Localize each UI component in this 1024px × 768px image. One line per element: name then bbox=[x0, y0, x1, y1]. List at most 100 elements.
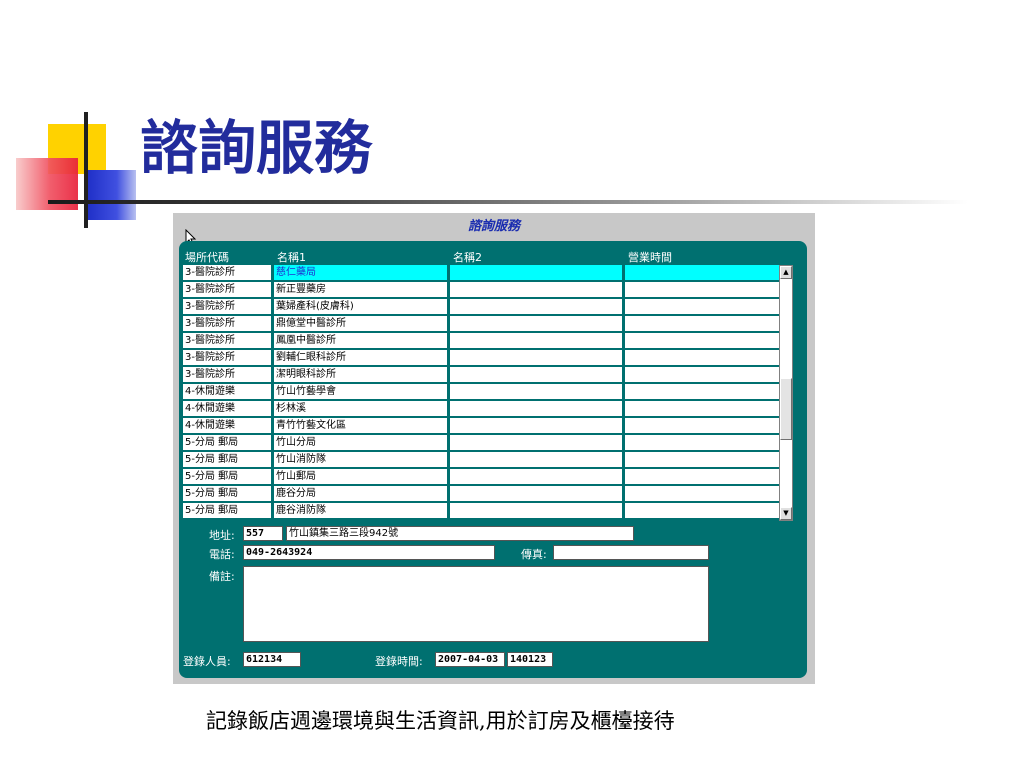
slide-title: 諮詢服務 bbox=[140, 114, 373, 182]
app-screenshot: 諮詢服務 場所代碼 名稱1 名稱2 營業時間 3-醫院診所 慈仁藥局 3-醫院診所新… bbox=[173, 213, 815, 684]
cell-name2[interactable] bbox=[450, 452, 622, 467]
cell-hours[interactable] bbox=[625, 435, 779, 450]
login-user-field[interactable]: 612134 bbox=[243, 652, 301, 667]
address-field[interactable]: 竹山鎮集三路三段942號 bbox=[286, 526, 634, 541]
cell-hours[interactable] bbox=[625, 503, 779, 518]
table-row[interactable]: 3-醫院診所 新正豐藥房 bbox=[183, 282, 779, 298]
cell-name2[interactable] bbox=[450, 316, 622, 331]
table-row[interactable]: 4-休閒遊樂 青竹竹藝文化區 bbox=[183, 418, 779, 434]
cell-name1[interactable]: 青竹竹藝文化區 bbox=[274, 418, 447, 433]
cell-code[interactable]: 3-醫院診所 bbox=[183, 350, 271, 365]
cell-code[interactable]: 5-分局 郵局 bbox=[183, 486, 271, 501]
data-grid: 3-醫院診所 慈仁藥局 3-醫院診所 新正豐藥房 3-醫院診所 葉婦產科(皮膚科) 3-醫院… bbox=[183, 265, 779, 521]
cell-hours[interactable] bbox=[625, 469, 779, 484]
cell-name2[interactable] bbox=[450, 299, 622, 314]
cell-code[interactable]: 5-分局 郵局 bbox=[183, 503, 271, 518]
cell-code[interactable]: 4-休閒遊樂 bbox=[183, 401, 271, 416]
table-row[interactable]: 3-醫院診所 葉婦產科(皮膚科) bbox=[183, 299, 779, 315]
login-user-label: 登錄人員: bbox=[183, 655, 231, 668]
column-header-name1[interactable]: 名稱1 bbox=[277, 249, 306, 265]
cell-hours[interactable] bbox=[625, 265, 779, 280]
cell-name2[interactable] bbox=[450, 333, 622, 348]
cell-name1[interactable]: 鹿谷分局 bbox=[274, 486, 447, 501]
cell-name2[interactable] bbox=[450, 486, 622, 501]
column-header-hours[interactable]: 營業時間 bbox=[628, 249, 672, 265]
cell-name2[interactable] bbox=[450, 367, 622, 382]
cell-code[interactable]: 4-休閒遊樂 bbox=[183, 384, 271, 399]
remarks-field[interactable] bbox=[243, 566, 709, 642]
form-title: 諮詢服務 bbox=[467, 219, 520, 234]
cell-hours[interactable] bbox=[625, 418, 779, 433]
phone-field[interactable]: 049-2643924 bbox=[243, 545, 495, 560]
column-header-code[interactable]: 場所代碼 bbox=[185, 249, 229, 265]
scroll-up-icon[interactable]: ▲ bbox=[780, 266, 792, 279]
slide-caption: 記錄飯店週邊環境與生活資訊,用於訂房及櫃檯接待 bbox=[206, 709, 675, 733]
cell-code[interactable]: 3-醫院診所 bbox=[183, 333, 271, 348]
cell-code[interactable]: 3-醫院診所 bbox=[183, 299, 271, 314]
table-row[interactable]: 5-分局 郵局 竹山分局 bbox=[183, 435, 779, 451]
scroll-thumb[interactable] bbox=[780, 378, 792, 440]
table-row[interactable]: 5-分局 郵局 竹山消防隊 bbox=[183, 452, 779, 468]
cell-hours[interactable] bbox=[625, 333, 779, 348]
fax-field[interactable] bbox=[553, 545, 709, 560]
cell-name2[interactable] bbox=[450, 401, 622, 416]
table-row[interactable]: 3-醫院診所 潔明眼科診所 bbox=[183, 367, 779, 383]
scroll-down-icon[interactable]: ▼ bbox=[780, 507, 792, 520]
cell-hours[interactable] bbox=[625, 316, 779, 331]
cell-name2[interactable] bbox=[450, 265, 622, 280]
grid-scrollbar[interactable]: ▲ ▼ bbox=[779, 265, 793, 521]
cell-name1[interactable]: 竹山分局 bbox=[274, 435, 447, 450]
cell-name1[interactable]: 竹山消防隊 bbox=[274, 452, 447, 467]
column-header-name2[interactable]: 名稱2 bbox=[453, 249, 482, 265]
cell-name1[interactable]: 慈仁藥局 bbox=[274, 265, 447, 280]
login-time-label: 登錄時間: bbox=[375, 655, 423, 668]
cell-code[interactable]: 3-醫院診所 bbox=[183, 316, 271, 331]
cell-name2[interactable] bbox=[450, 503, 622, 518]
cell-hours[interactable] bbox=[625, 452, 779, 467]
cell-name2[interactable] bbox=[450, 350, 622, 365]
cell-name2[interactable] bbox=[450, 384, 622, 399]
cell-name1[interactable]: 杉林溪 bbox=[274, 401, 447, 416]
cell-hours[interactable] bbox=[625, 350, 779, 365]
cell-name1[interactable]: 新正豐藥房 bbox=[274, 282, 447, 297]
table-row[interactable]: 3-醫院診所 鼎億堂中醫診所 bbox=[183, 316, 779, 332]
cell-code[interactable]: 4-休閒遊樂 bbox=[183, 418, 271, 433]
cell-name1[interactable]: 劉輔仁眼科診所 bbox=[274, 350, 447, 365]
cell-name1[interactable]: 竹山郵局 bbox=[274, 469, 447, 484]
cell-name2[interactable] bbox=[450, 418, 622, 433]
cell-hours[interactable] bbox=[625, 401, 779, 416]
table-row[interactable]: 5-分局 郵局 鹿谷消防隊 bbox=[183, 503, 779, 519]
cell-name1[interactable]: 鼎億堂中醫診所 bbox=[274, 316, 447, 331]
login-time-field[interactable]: 140123 bbox=[507, 652, 553, 667]
cell-name1[interactable]: 潔明眼科診所 bbox=[274, 367, 447, 382]
table-row[interactable]: 3-醫院診所 劉輔仁眼科診所 bbox=[183, 350, 779, 366]
cell-code[interactable]: 5-分局 郵局 bbox=[183, 435, 271, 450]
cell-name1[interactable]: 鳳凰中醫診所 bbox=[274, 333, 447, 348]
cell-hours[interactable] bbox=[625, 367, 779, 382]
cell-code[interactable]: 3-醫院診所 bbox=[183, 282, 271, 297]
remarks-label: 備註: bbox=[209, 570, 235, 583]
cell-name2[interactable] bbox=[450, 469, 622, 484]
cell-name1[interactable]: 鹿谷消防隊 bbox=[274, 503, 447, 518]
zip-field[interactable]: 557 bbox=[243, 526, 283, 541]
cell-code[interactable]: 3-醫院診所 bbox=[183, 367, 271, 382]
table-row[interactable]: 3-醫院診所 鳳凰中醫診所 bbox=[183, 333, 779, 349]
table-row[interactable]: 3-醫院診所 慈仁藥局 bbox=[183, 265, 779, 281]
cell-code[interactable]: 5-分局 郵局 bbox=[183, 469, 271, 484]
cell-name1[interactable]: 葉婦產科(皮膚科) bbox=[274, 299, 447, 314]
cell-hours[interactable] bbox=[625, 486, 779, 501]
cell-hours[interactable] bbox=[625, 384, 779, 399]
table-row[interactable]: 4-休閒遊樂 杉林溪 bbox=[183, 401, 779, 417]
cell-name1[interactable]: 竹山竹藝學會 bbox=[274, 384, 447, 399]
cell-name2[interactable] bbox=[450, 435, 622, 450]
cell-code[interactable]: 5-分局 郵局 bbox=[183, 452, 271, 467]
login-date-field[interactable]: 2007-04-03 bbox=[435, 652, 505, 667]
form-panel: 場所代碼 名稱1 名稱2 營業時間 3-醫院診所 慈仁藥局 3-醫院診所 新正豐藥房 3… bbox=[179, 241, 807, 678]
cell-name2[interactable] bbox=[450, 282, 622, 297]
cell-code[interactable]: 3-醫院診所 bbox=[183, 265, 271, 280]
cell-hours[interactable] bbox=[625, 282, 779, 297]
table-row[interactable]: 5-分局 郵局 鹿谷分局 bbox=[183, 486, 779, 502]
table-row[interactable]: 5-分局 郵局 竹山郵局 bbox=[183, 469, 779, 485]
table-row[interactable]: 4-休閒遊樂 竹山竹藝學會 bbox=[183, 384, 779, 400]
cell-hours[interactable] bbox=[625, 299, 779, 314]
